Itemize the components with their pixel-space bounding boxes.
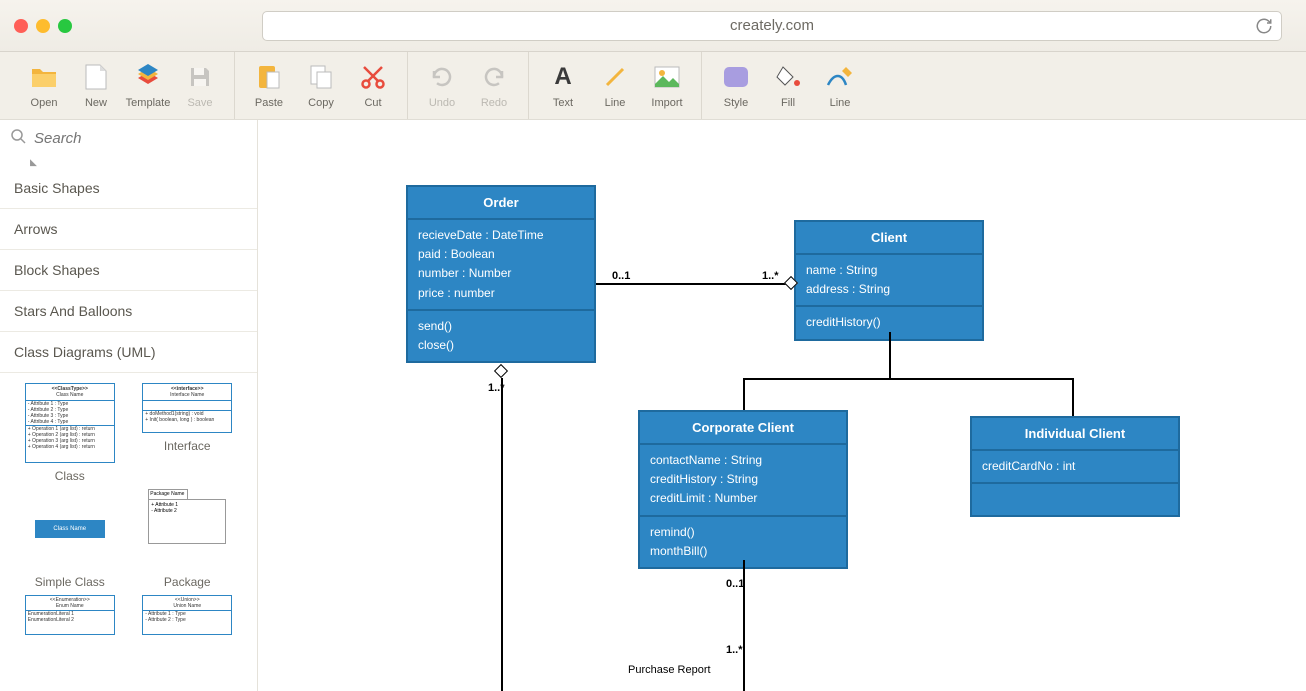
browser-chrome: creately.com bbox=[0, 0, 1306, 52]
multiplicity: 1..* bbox=[762, 270, 779, 282]
multiplicity: 1..* bbox=[488, 382, 505, 394]
fill-button[interactable]: Fill bbox=[762, 52, 814, 119]
uml-title: Individual Client bbox=[972, 418, 1178, 451]
maximize-window-button[interactable] bbox=[58, 19, 72, 33]
category-stars-balloons[interactable]: Stars And Balloons bbox=[0, 291, 257, 332]
line-icon bbox=[601, 63, 629, 91]
undo-button[interactable]: Undo bbox=[416, 52, 468, 119]
template-icon bbox=[134, 63, 162, 91]
text-button[interactable]: A Text bbox=[537, 52, 589, 119]
paste-button[interactable]: Paste bbox=[243, 52, 295, 119]
search-input[interactable] bbox=[34, 130, 247, 147]
traffic-lights bbox=[14, 19, 72, 33]
multiplicity: 1..* bbox=[726, 644, 743, 656]
uml-class-order[interactable]: Order recieveDate : DateTime paid : Bool… bbox=[406, 185, 596, 363]
shape-class[interactable]: <<ClassType>>Class Name - Attribute 1 : … bbox=[14, 383, 126, 483]
uml-attributes: contactName : String creditHistory : Str… bbox=[640, 445, 846, 517]
save-button[interactable]: Save bbox=[174, 52, 226, 119]
redo-icon bbox=[480, 63, 508, 91]
new-button[interactable]: New bbox=[70, 52, 122, 119]
connector[interactable] bbox=[743, 378, 1073, 380]
style-icon bbox=[722, 63, 750, 91]
template-button[interactable]: Template bbox=[122, 52, 174, 119]
uml-class-client[interactable]: Client name : String address : String cr… bbox=[794, 220, 984, 341]
uml-attributes: creditCardNo : int bbox=[972, 451, 1178, 484]
uml-methods: send() close() bbox=[408, 311, 594, 361]
uml-attributes: name : String address : String bbox=[796, 255, 982, 307]
close-window-button[interactable] bbox=[14, 19, 28, 33]
shape-enum[interactable]: <<Enumeration>>Enum Name EnumerationLite… bbox=[14, 595, 126, 635]
undo-icon bbox=[428, 63, 456, 91]
shape-union[interactable]: <<Union>>Union Name - Attribute 1 : Type… bbox=[132, 595, 244, 635]
toolbar: Open New Template Save Paste Copy Cut bbox=[0, 52, 1306, 120]
connector[interactable] bbox=[1072, 378, 1074, 416]
minimize-window-button[interactable] bbox=[36, 19, 50, 33]
category-class-diagrams[interactable]: Class Diagrams (UML) bbox=[0, 332, 257, 373]
line-style-icon bbox=[826, 63, 854, 91]
canvas[interactable]: Order recieveDate : DateTime paid : Bool… bbox=[258, 120, 1306, 691]
folder-icon bbox=[30, 63, 58, 91]
import-icon bbox=[653, 63, 681, 91]
copy-icon bbox=[307, 63, 335, 91]
multiplicity: 0..1 bbox=[726, 578, 744, 590]
search-icon bbox=[10, 128, 26, 149]
paste-icon bbox=[255, 63, 283, 91]
shape-simple-class[interactable]: Class Name Simple Class bbox=[14, 489, 126, 589]
file-icon bbox=[82, 63, 110, 91]
search-row bbox=[0, 120, 257, 157]
uml-title: Client bbox=[796, 222, 982, 255]
category-arrows[interactable]: Arrows bbox=[0, 209, 257, 250]
category-basic-shapes[interactable]: Basic Shapes bbox=[0, 168, 257, 209]
label-purchase-report: Purchase Report bbox=[628, 664, 711, 676]
connector[interactable] bbox=[743, 378, 745, 410]
url-bar[interactable]: creately.com bbox=[262, 11, 1282, 41]
connector[interactable] bbox=[501, 378, 503, 691]
connector[interactable] bbox=[596, 283, 794, 285]
multiplicity: 0..1 bbox=[612, 270, 630, 282]
uml-class-individual[interactable]: Individual Client creditCardNo : int bbox=[970, 416, 1180, 517]
shape-package[interactable]: Package Name + Attribute 1- Attribute 2 … bbox=[132, 489, 244, 589]
diamond-icon bbox=[494, 364, 508, 378]
style-button[interactable]: Style bbox=[710, 52, 762, 119]
redo-button[interactable]: Redo bbox=[468, 52, 520, 119]
shapes-grid: <<ClassType>>Class Name - Attribute 1 : … bbox=[0, 373, 257, 645]
url-text: creately.com bbox=[730, 17, 814, 34]
category-block-shapes[interactable]: Block Shapes bbox=[0, 250, 257, 291]
import-button[interactable]: Import bbox=[641, 52, 693, 119]
uml-class-corporate[interactable]: Corporate Client contactName : String cr… bbox=[638, 410, 848, 569]
fill-icon bbox=[774, 63, 802, 91]
line-style-button[interactable]: Line bbox=[814, 52, 866, 119]
cut-icon bbox=[359, 63, 387, 91]
copy-button[interactable]: Copy bbox=[295, 52, 347, 119]
text-icon: A bbox=[549, 63, 577, 91]
uml-title: Corporate Client bbox=[640, 412, 846, 445]
cut-button[interactable]: Cut bbox=[347, 52, 399, 119]
save-icon bbox=[186, 63, 214, 91]
line-button[interactable]: Line bbox=[589, 52, 641, 119]
sidebar: ◣ Basic Shapes Arrows Block Shapes Stars… bbox=[0, 120, 258, 691]
open-button[interactable]: Open bbox=[18, 52, 70, 119]
uml-methods bbox=[972, 484, 1178, 515]
uml-attributes: recieveDate : DateTime paid : Boolean nu… bbox=[408, 220, 594, 311]
connector[interactable] bbox=[889, 332, 891, 379]
uml-title: Order bbox=[408, 187, 594, 220]
shape-interface[interactable]: <<interface>>Interface Name + doMethod1(… bbox=[132, 383, 244, 483]
collapse-caret[interactable]: ◣ bbox=[0, 157, 257, 168]
reload-icon[interactable] bbox=[1255, 17, 1273, 35]
